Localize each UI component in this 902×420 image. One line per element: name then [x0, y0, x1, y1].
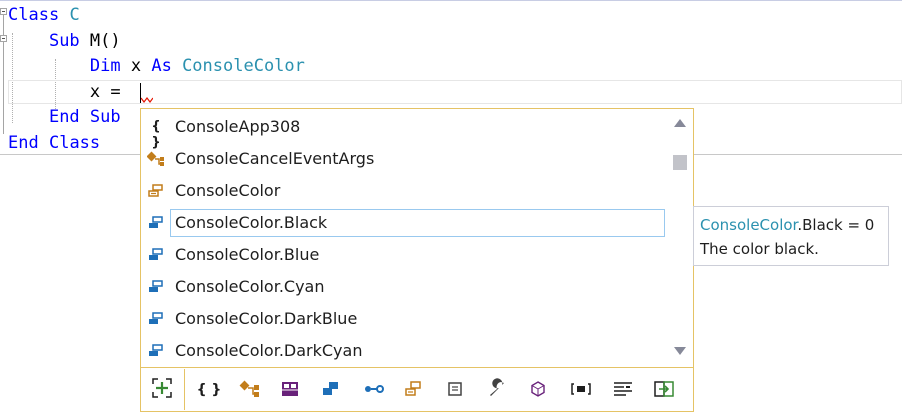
completion-item[interactable]: ConsoleColor [142, 176, 665, 206]
keyword: As [151, 56, 172, 76]
completion-item[interactable]: ConsoleCancelEventArgs [142, 144, 665, 174]
snippets-filter-icon[interactable] [652, 378, 676, 400]
enum-member-icon [147, 343, 165, 359]
scroll-down-arrow-icon[interactable] [673, 346, 687, 356]
keyword: End [8, 133, 39, 153]
completion-item[interactable]: ConsoleColor.Cyan [142, 272, 665, 302]
delegates-filter-icon[interactable] [443, 378, 467, 400]
collapse-sub-icon[interactable] [0, 35, 7, 42]
classes-filter-icon[interactable] [238, 378, 262, 400]
completion-list[interactable]: { } ConsoleApp308 ConsoleCancelEventArgs… [141, 109, 667, 367]
tooltip-signature: ConsoleColor.Black = 0 [700, 213, 888, 237]
tooltip-description: The color black. [700, 240, 819, 258]
keyword: Sub [48, 31, 80, 51]
completion-item-label: ConsoleColor.Cyan [175, 277, 325, 296]
code-line-end-class[interactable]: End Class [8, 130, 100, 156]
quick-info-tooltip: ConsoleColor.Black = 0 The color black. [693, 206, 889, 266]
completion-item-selected[interactable]: ConsoleColor.Black [142, 208, 665, 238]
fields-filter-icon[interactable] [569, 378, 593, 400]
completion-item-label: ConsoleColor.DarkBlue [175, 309, 358, 328]
code-text: x [120, 56, 152, 76]
collapse-class-icon[interactable] [0, 8, 7, 15]
code-line-end-sub[interactable]: End Sub [8, 104, 121, 130]
modules-filter-icon[interactable] [278, 378, 302, 400]
completion-item[interactable]: { } ConsoleApp308 [142, 112, 665, 150]
enum-member-icon [147, 215, 165, 231]
completion-item-label: ConsoleColor.DarkCyan [175, 341, 363, 360]
enums-filter-icon[interactable] [401, 378, 425, 400]
completion-item-label: ConsoleApp308 [175, 117, 301, 136]
keyword: End [48, 107, 80, 127]
code-line-class[interactable]: Class C [8, 2, 80, 28]
error-squiggle [141, 97, 153, 103]
completion-item-label: ConsoleColor [175, 181, 281, 200]
namespace-icon: { } [151, 119, 161, 150]
outline-line [3, 42, 4, 134]
scroll-thumb[interactable] [673, 155, 687, 170]
completion-item[interactable]: ConsoleColor.Blue [142, 240, 665, 270]
code-line-sub[interactable]: Sub M() [8, 28, 121, 54]
expand-filters-button[interactable] [142, 369, 185, 410]
tooltip-type: ConsoleColor [700, 216, 798, 234]
enum-member-icon [147, 311, 165, 327]
properties-filter-icon[interactable] [486, 378, 510, 400]
completion-item-label: ConsoleColor.Black [175, 213, 328, 232]
type-name: C [69, 5, 80, 25]
completion-item-label: ConsoleColor.Blue [175, 245, 320, 264]
keyword: Dim [89, 56, 121, 76]
enum-icon [147, 183, 165, 199]
tooltip-member: .Black = 0 [797, 216, 875, 234]
enum-member-icon [147, 247, 165, 263]
completion-item-label: ConsoleCancelEventArgs [175, 149, 375, 168]
code-line-assign[interactable]: x = [8, 79, 131, 105]
code-line-dim[interactable]: Dim x As ConsoleColor [8, 53, 305, 79]
type-name: ConsoleColor [182, 56, 305, 76]
interfaces-filter-icon[interactable] [361, 378, 385, 400]
namespaces-filter-icon[interactable]: { } [197, 378, 222, 400]
keyword: Class [48, 133, 101, 153]
code-text: M() [79, 31, 121, 51]
completion-item[interactable]: ConsoleColor.DarkCyan [142, 336, 665, 366]
scroll-up-arrow-icon[interactable] [673, 118, 687, 128]
editor-gutter [0, 1, 8, 155]
expander-icon [152, 378, 172, 398]
completion-item[interactable]: ConsoleColor.DarkBlue [142, 304, 665, 334]
enum-member-icon [147, 279, 165, 295]
class-icon [146, 151, 165, 167]
outline-line [3, 15, 4, 35]
keyword: Sub [89, 107, 121, 127]
completion-scrollbar[interactable] [667, 109, 693, 367]
completion-filter-bar[interactable]: { } [141, 367, 693, 411]
structures-filter-icon[interactable] [319, 378, 343, 400]
code-text: x = [89, 82, 131, 102]
events-filter-icon[interactable] [526, 378, 550, 400]
svg-text:{ }: { } [197, 382, 221, 398]
completion-list-popup[interactable]: { } ConsoleApp308 ConsoleCancelEventArgs… [140, 108, 694, 412]
keyword: Class [8, 5, 60, 25]
keywords-filter-icon[interactable] [611, 378, 635, 400]
